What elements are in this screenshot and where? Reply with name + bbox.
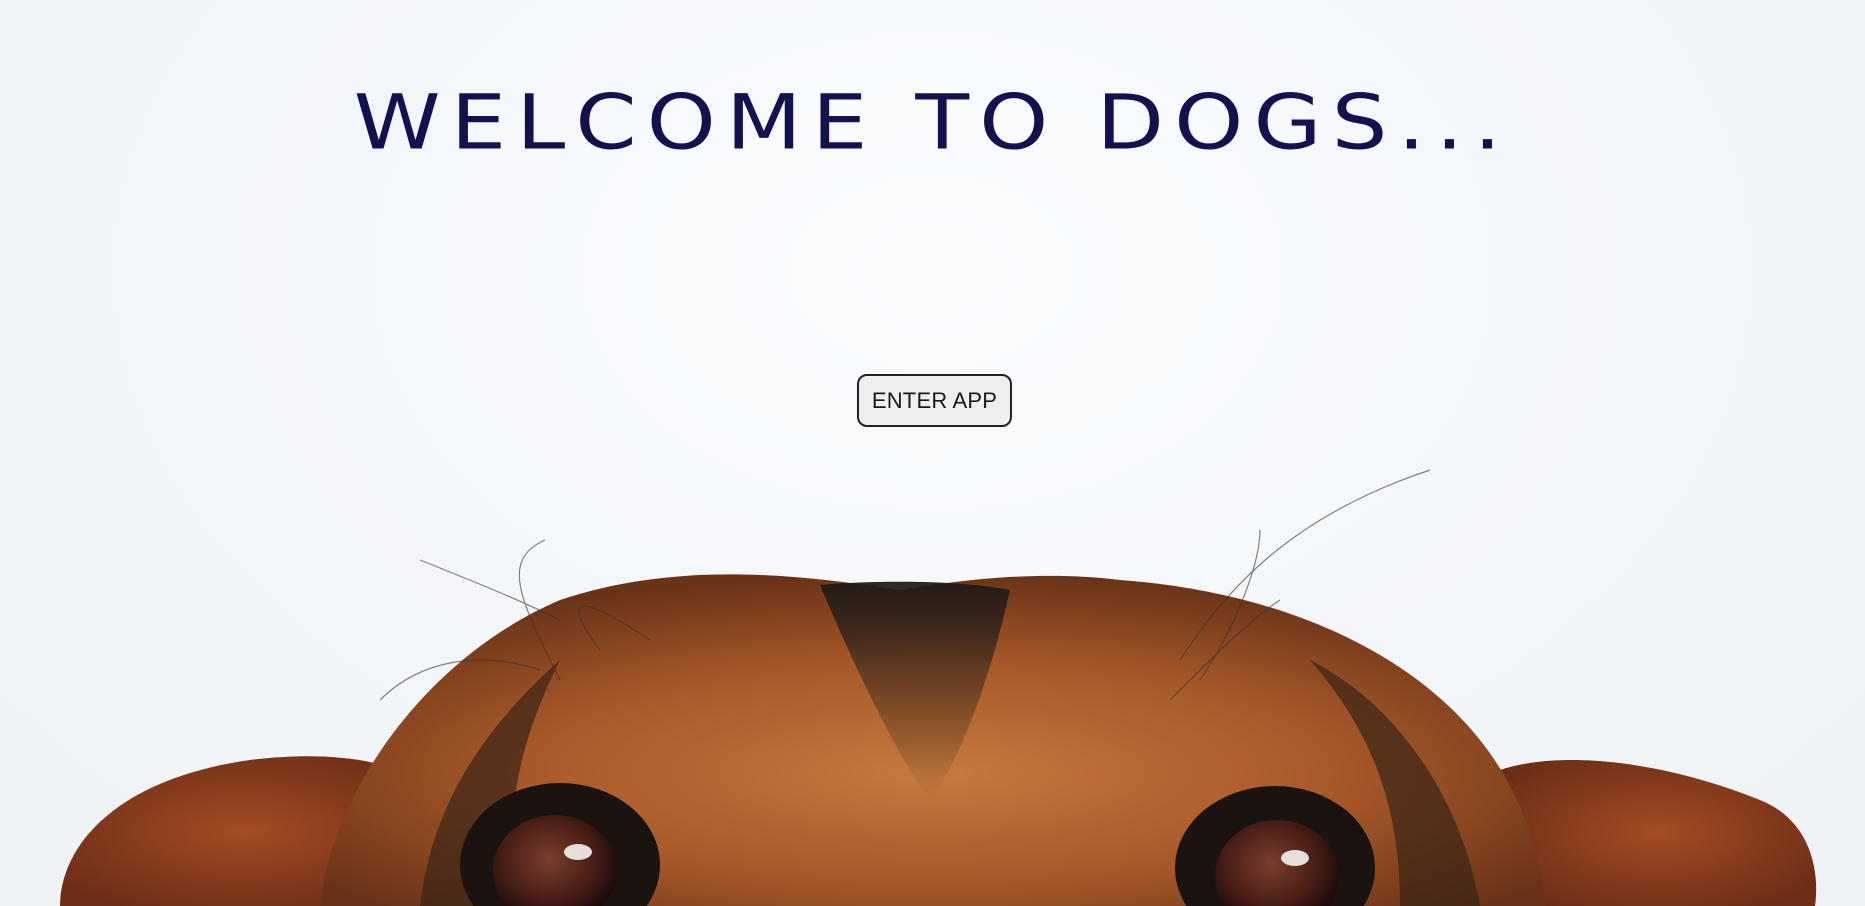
enter-app-button[interactable]: ENTER APP: [857, 374, 1012, 427]
page-title: WELCOME TO DOGS...: [353, 78, 1512, 167]
landing-page: WELCOME TO DOGS... ENTER APP: [0, 0, 1865, 906]
